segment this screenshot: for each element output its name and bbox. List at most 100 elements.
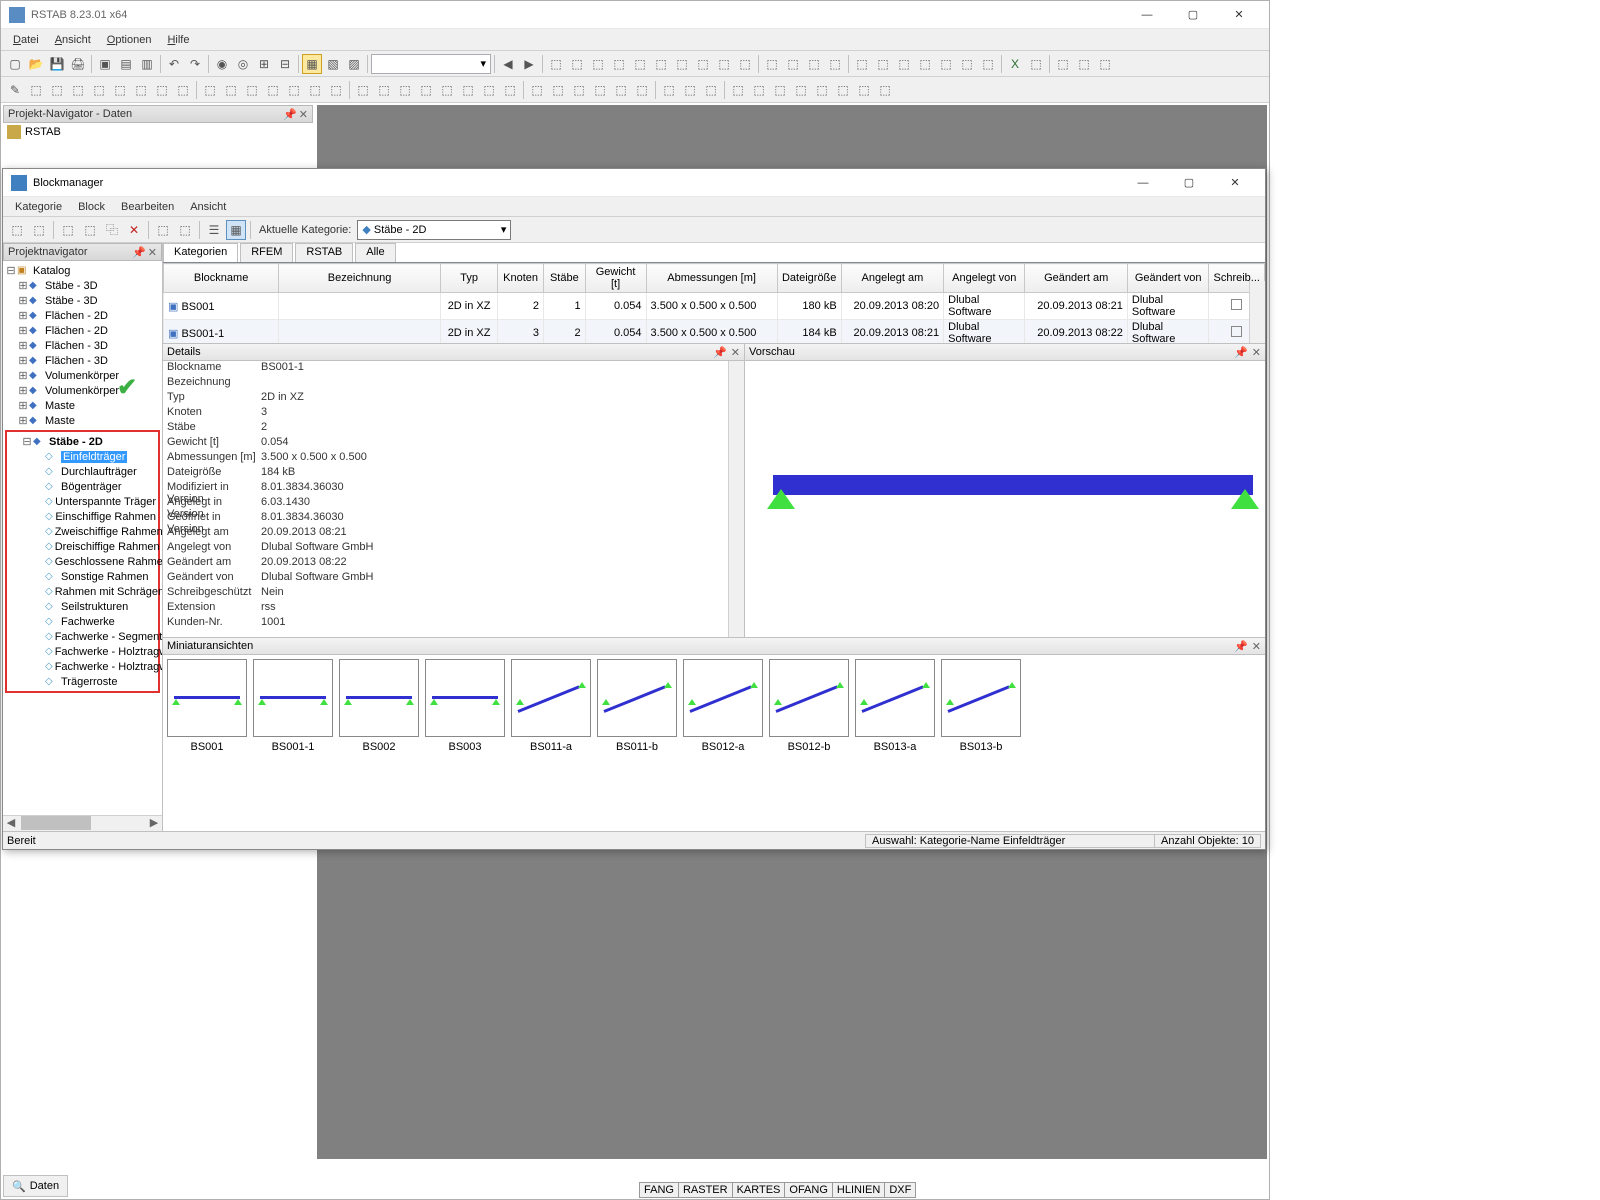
status-kartes[interactable]: KARTES xyxy=(732,1182,786,1198)
column-header[interactable]: Angelegt von xyxy=(944,264,1025,293)
tb-icon[interactable]: ⬚ xyxy=(873,54,893,74)
menu-ansicht[interactable]: Ansicht xyxy=(47,32,99,48)
tree-item[interactable]: ◇Bögenträger xyxy=(9,479,156,494)
tb-icon[interactable]: ⬚ xyxy=(728,80,748,100)
close-icon[interactable]: ✕ xyxy=(148,246,157,259)
tb-icon[interactable]: ⬚ xyxy=(89,80,109,100)
current-category-combo[interactable]: ◆ Stäbe - 2D ▾ xyxy=(357,220,511,240)
tb-icon[interactable]: ✎ xyxy=(5,80,25,100)
bm-minimize-button[interactable]: — xyxy=(1121,170,1165,196)
tb-icon[interactable]: ⬚ xyxy=(1053,54,1073,74)
tb-icon[interactable]: ⬚ xyxy=(611,80,631,100)
maximize-button[interactable]: ▢ xyxy=(1171,2,1215,28)
delete-icon[interactable]: ✕ xyxy=(124,220,144,240)
copy-icon[interactable]: ⿻ xyxy=(102,220,122,240)
column-header[interactable]: Blockname xyxy=(164,264,279,293)
column-header[interactable]: Abmessungen [m] xyxy=(646,264,777,293)
tb-icon[interactable]: ⬚ xyxy=(110,80,130,100)
tb-icon[interactable]: ⬚ xyxy=(152,80,172,100)
tree-item[interactable]: ◇Rahmen mit Schrägen xyxy=(9,584,156,599)
tb-icon[interactable]: ▥ xyxy=(137,54,157,74)
tb-icon[interactable]: ⬚ xyxy=(1074,54,1094,74)
vertical-scrollbar[interactable] xyxy=(1249,281,1265,343)
thumbnail[interactable]: BS013-b xyxy=(941,659,1021,753)
tb-icon[interactable]: ⬚ xyxy=(437,80,457,100)
column-header[interactable]: Typ xyxy=(441,264,498,293)
tb-icon[interactable]: ⬚ xyxy=(200,80,220,100)
tb-icon[interactable]: ⬚ xyxy=(659,80,679,100)
tb-icon[interactable]: ⬚ xyxy=(29,220,49,240)
save-icon[interactable]: 💾 xyxy=(47,54,67,74)
thumbnail[interactable]: BS013-a xyxy=(855,659,935,753)
tb-icon[interactable]: ⬚ xyxy=(770,80,790,100)
column-header[interactable]: Dateigröße xyxy=(777,264,841,293)
undo-icon[interactable]: ↶ xyxy=(164,54,184,74)
bm-maximize-button[interactable]: ▢ xyxy=(1167,170,1211,196)
thumbnail[interactable]: BS001 xyxy=(167,659,247,753)
tb-icon[interactable]: ⬚ xyxy=(651,54,671,74)
tb-icon[interactable]: ⬚ xyxy=(569,80,589,100)
tb-icon[interactable]: ⬚ xyxy=(936,54,956,74)
tree-item[interactable]: ⊞◆Flächen - 2D xyxy=(5,323,160,338)
tb-icon[interactable]: ⬚ xyxy=(632,80,652,100)
tb-icon[interactable]: ⬚ xyxy=(131,80,151,100)
tree-item[interactable]: ◇Einfeldträger xyxy=(9,449,156,464)
menu-hilfe[interactable]: Hilfe xyxy=(159,32,197,48)
tb-icon[interactable]: ⊟ xyxy=(275,54,295,74)
tree-item[interactable]: ◇Dreischiffige Rahmen xyxy=(9,539,156,554)
tb-icon[interactable]: ⬚ xyxy=(1095,54,1115,74)
tb-icon[interactable]: ⬚ xyxy=(26,80,46,100)
tree-item[interactable]: ⊞◆Stäbe - 3D xyxy=(5,293,160,308)
thumbnail[interactable]: BS002 xyxy=(339,659,419,753)
tb-icon[interactable]: ⬚ xyxy=(353,80,373,100)
tb-icon[interactable]: ⬚ xyxy=(749,80,769,100)
tb-icon[interactable]: ⬚ xyxy=(7,220,27,240)
tree-item[interactable]: ◇Trägerroste xyxy=(9,674,156,689)
tb-icon[interactable]: ▣ xyxy=(95,54,115,74)
tb-icon[interactable]: ⬚ xyxy=(875,80,895,100)
close-icon[interactable]: ✕ xyxy=(1252,640,1261,653)
tb-icon[interactable]: ⬚ xyxy=(825,54,845,74)
toolbar-combo[interactable]: ▾ xyxy=(371,54,491,74)
tb-icon[interactable]: ⬚ xyxy=(326,80,346,100)
thumbnail[interactable]: BS012-a xyxy=(683,659,763,753)
tb-icon[interactable]: ⬚ xyxy=(590,80,610,100)
tb-icon[interactable]: ⬚ xyxy=(527,80,547,100)
tb-icon[interactable]: ⬚ xyxy=(915,54,935,74)
menu-datei[interactable]: Datei xyxy=(5,32,47,48)
column-header[interactable]: Gewicht [t] xyxy=(585,264,646,293)
column-header[interactable]: Bezeichnung xyxy=(279,264,441,293)
thumbnail[interactable]: BS011-a xyxy=(511,659,591,753)
tree-item[interactable]: ⊞◆Flächen - 3D xyxy=(5,338,160,353)
pin-icon[interactable]: 📌 xyxy=(132,246,146,259)
thumbnail[interactable]: BS012-b xyxy=(769,659,849,753)
redo-icon[interactable]: ↷ xyxy=(185,54,205,74)
tb-icon[interactable]: ⬚ xyxy=(630,54,650,74)
tree-item[interactable]: ◇Fachwerke - Segmente xyxy=(9,629,156,644)
column-header[interactable]: Knoten xyxy=(498,264,544,293)
tb-icon[interactable]: ◉ xyxy=(212,54,232,74)
tree-item[interactable]: ◇Sonstige Rahmen xyxy=(9,569,156,584)
preview-viewport[interactable] xyxy=(745,361,1265,637)
tb-icon[interactable]: ⬚ xyxy=(416,80,436,100)
tb-icon[interactable]: ⬚ xyxy=(500,80,520,100)
tb-icon[interactable]: ⬚ xyxy=(804,54,824,74)
tb-icon[interactable]: ⬚ xyxy=(672,54,692,74)
tree-item[interactable]: ⊞◆Maste xyxy=(5,413,160,428)
open-icon[interactable]: 📂 xyxy=(26,54,46,74)
tb-icon[interactable]: ⬚ xyxy=(852,54,872,74)
tb-icon[interactable]: ⬚ xyxy=(714,54,734,74)
tb-icon[interactable]: ⬚ xyxy=(812,80,832,100)
tb-icon[interactable]: ⬚ xyxy=(58,220,78,240)
tree-item[interactable]: ⊞◆Flächen - 2D xyxy=(5,308,160,323)
grid-icon[interactable]: ▦ xyxy=(226,220,246,240)
tb-icon[interactable]: ⬚ xyxy=(458,80,478,100)
tb-icon[interactable]: ⬚ xyxy=(263,80,283,100)
tb-icon[interactable]: ⬚ xyxy=(1026,54,1046,74)
tb-icon[interactable]: ⬚ xyxy=(735,54,755,74)
tree-item[interactable]: ◇Geschlossene Rahmen xyxy=(9,554,156,569)
tree-item[interactable]: ◇Fachwerke xyxy=(9,614,156,629)
tb-icon[interactable]: ⊞ xyxy=(254,54,274,74)
pin-icon[interactable]: 📌 xyxy=(713,346,727,359)
menu-optionen[interactable]: Optionen xyxy=(99,32,160,48)
